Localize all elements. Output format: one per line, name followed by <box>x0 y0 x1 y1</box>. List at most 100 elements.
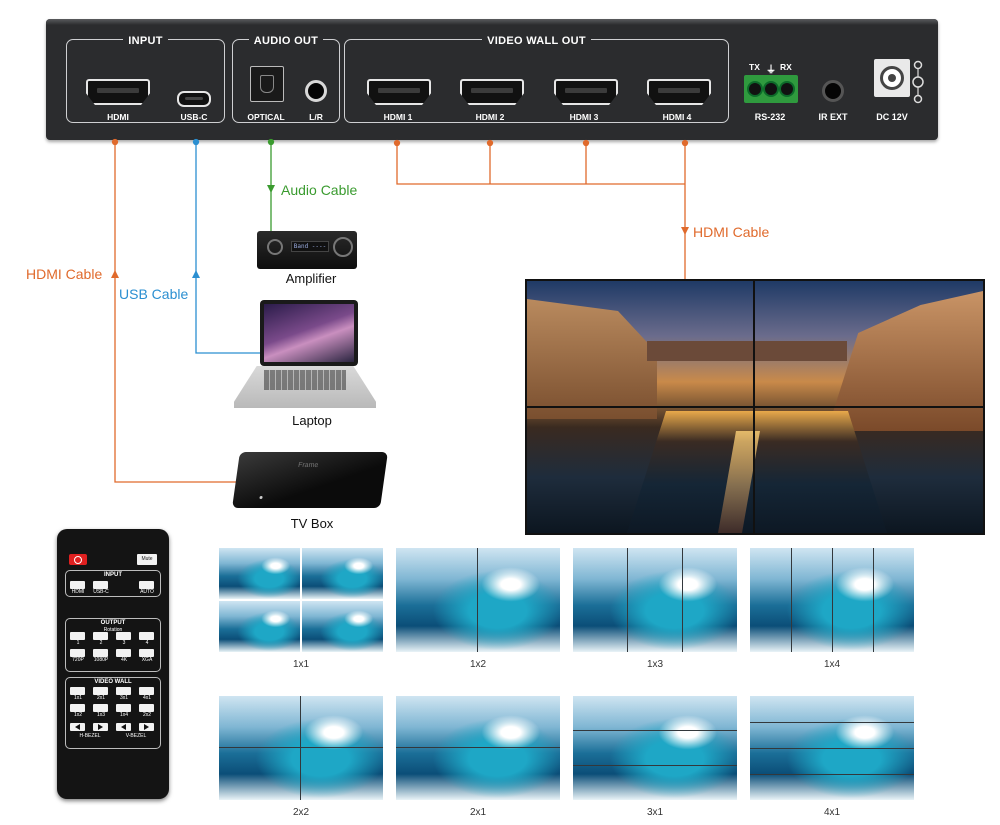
power-button[interactable] <box>69 554 87 565</box>
remote-wall-2x1-button[interactable] <box>93 687 108 695</box>
hdmi-output-cables <box>393 139 689 279</box>
remote-xga-label: XGA <box>141 657 153 663</box>
triangle-left-icon <box>121 724 126 730</box>
remote-auto-button[interactable] <box>139 581 154 589</box>
layout-4x1-thumbnail <box>750 696 914 800</box>
remote-wall-1x3-button[interactable] <box>93 704 108 712</box>
hdmi-output-cable-label: HDMI Cable <box>693 224 770 240</box>
remote-v-bezel-minus-button[interactable] <box>116 723 131 731</box>
remote-720p-button[interactable] <box>70 649 85 657</box>
tile-divider <box>750 774 914 775</box>
layout-3x1-caption: 3x1 <box>646 807 664 818</box>
remote-rotation-4-label: 4 <box>145 640 149 646</box>
layout-tile <box>302 601 383 652</box>
remote-wall-1x2-label: 1x2 <box>73 712 83 718</box>
layout-1x2-thumbnail <box>396 548 560 652</box>
amplifier-label: Amplifier <box>285 271 337 286</box>
remote-4k-label: 4K <box>120 657 128 663</box>
remote-720p-label: 720P <box>72 657 84 663</box>
remote-auto-label: AUTO <box>140 589 154 595</box>
hdmi-input-arrow-icon <box>111 270 119 278</box>
remote-hdmi-button[interactable] <box>70 581 85 589</box>
remote-control: Mute INPUT HDMI USB-C AUTO OUTPUT Rotati… <box>57 529 169 799</box>
tile-divider <box>832 548 833 652</box>
remote-rotation-2-button[interactable] <box>93 632 108 640</box>
usb-cable <box>192 138 262 354</box>
remote-input-title: INPUT <box>104 572 122 578</box>
tile-divider <box>627 548 628 652</box>
laptop-keyboard-icon <box>234 366 376 408</box>
usb-cable-label: USB Cable <box>119 286 189 302</box>
remote-usbc-button[interactable] <box>93 581 108 589</box>
remote-wall-2x2-button[interactable] <box>139 704 154 712</box>
remote-1080p-button[interactable] <box>93 649 108 657</box>
remote-wall-1x2-button[interactable] <box>70 704 85 712</box>
tile-divider <box>219 747 383 748</box>
usb-arrow-icon <box>192 270 200 278</box>
tile-divider <box>300 696 301 800</box>
layout-2x2-caption: 2x2 <box>292 807 310 818</box>
remote-wall-3x1-button[interactable] <box>116 687 131 695</box>
remote-wall-1x3-label: 1x3 <box>96 712 106 718</box>
remote-usbc-label: USB-C <box>93 589 109 595</box>
layout-1x1-thumbnail <box>219 548 383 652</box>
remote-output-title: OUTPUT <box>100 620 126 626</box>
mute-button[interactable]: Mute <box>137 554 157 565</box>
tv-box-brand: Frame <box>297 462 319 469</box>
remote-rotation-1-button[interactable] <box>70 632 85 640</box>
wall-buildings-left <box>527 299 657 419</box>
wall-canal <box>627 411 887 533</box>
laptop-label: Laptop <box>292 413 332 428</box>
layout-tile <box>302 548 383 599</box>
layout-2x1-thumbnail <box>396 696 560 800</box>
remote-v-bezel-label: V-BEZEL <box>125 733 147 739</box>
remote-rotation-4-button[interactable] <box>139 632 154 640</box>
layout-1x4-caption: 1x4 <box>823 659 841 670</box>
remote-wall-2x1-label: 2x1 <box>96 695 106 701</box>
remote-video-wall-title: VIDEO WALL <box>94 679 132 685</box>
wall-buildings-right <box>827 291 983 431</box>
amplifier-icon: Band ---- <box>257 231 357 269</box>
remote-h-bezel-label: H-BEZEL <box>79 733 101 739</box>
remote-wall-1x4-button[interactable] <box>116 704 131 712</box>
laptop-icon <box>260 300 358 366</box>
layout-4x1-caption: 4x1 <box>823 807 841 818</box>
remote-wall-1x1-button[interactable] <box>70 687 85 695</box>
hdmi-input-cable <box>111 138 240 483</box>
remote-h-bezel-minus-button[interactable] <box>70 723 85 731</box>
remote-wall-2x2-label: 2x2 <box>142 712 152 718</box>
remote-rotation-1-label: 1 <box>76 640 80 646</box>
remote-wall-4x1-label: 4x1 <box>142 695 152 701</box>
tile-divider <box>750 722 914 723</box>
tile-divider <box>396 747 560 748</box>
triangle-right-icon <box>144 724 149 730</box>
tile-divider <box>750 748 914 749</box>
layout-tile <box>219 548 300 599</box>
remote-h-bezel-plus-button[interactable] <box>93 723 108 731</box>
remote-rotation-3-button[interactable] <box>116 632 131 640</box>
tile-divider <box>682 548 683 652</box>
triangle-left-icon <box>75 724 80 730</box>
remote-wall-4x1-button[interactable] <box>139 687 154 695</box>
wall-skyline <box>647 341 847 361</box>
remote-wall-1x4-label: 1x4 <box>119 712 129 718</box>
remote-wall-1x1-label: 1x1 <box>73 695 83 701</box>
wall-seam-horizontal <box>527 406 983 408</box>
layout-1x3-thumbnail <box>573 548 737 652</box>
layout-1x1-caption: 1x1 <box>292 659 310 670</box>
audio-cable-label: Audio Cable <box>281 182 358 198</box>
remote-1080p-label: 1080P <box>93 657 109 663</box>
layout-1x3-caption: 1x3 <box>646 659 664 670</box>
tile-divider <box>573 765 737 766</box>
tv-box-icon: Frame <box>232 452 388 508</box>
remote-v-bezel-plus-button[interactable] <box>139 723 154 731</box>
amplifier-display: Band ---- <box>291 241 329 252</box>
video-wall-display <box>525 279 985 535</box>
tile-divider <box>791 548 792 652</box>
layout-1x4-thumbnail <box>750 548 914 652</box>
remote-wall-3x1-label: 3x1 <box>119 695 129 701</box>
audio-arrow-icon <box>267 185 275 193</box>
tile-divider <box>573 730 737 731</box>
remote-4k-button[interactable] <box>116 649 131 657</box>
remote-xga-button[interactable] <box>139 649 154 657</box>
